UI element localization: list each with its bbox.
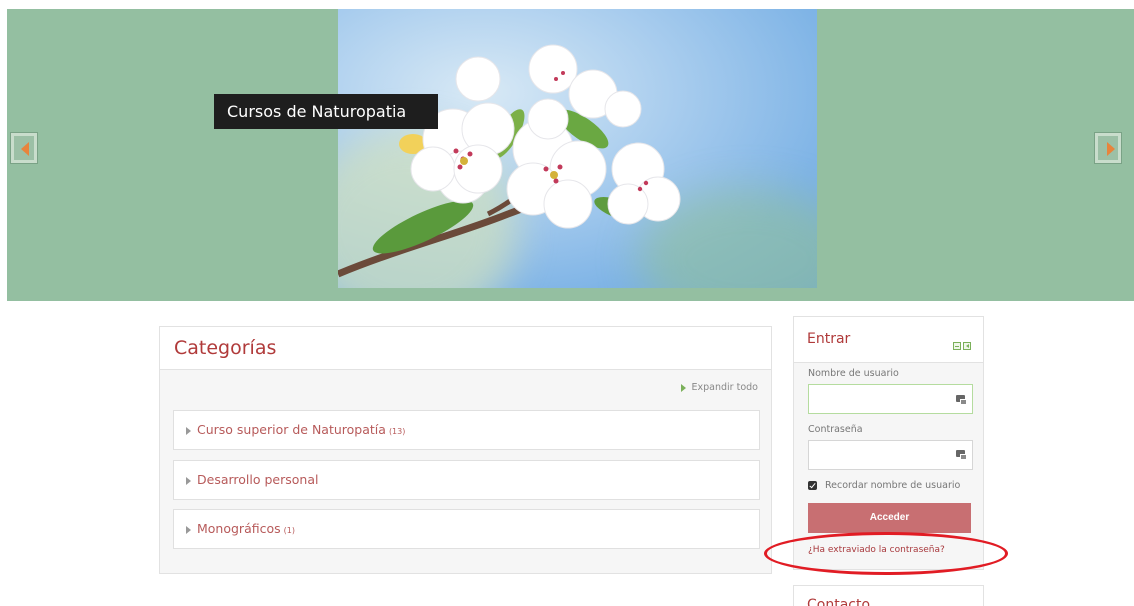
category-item-naturopatia[interactable]: Curso superior de Naturopatía (13) — [173, 410, 760, 450]
chevron-right-icon — [186, 426, 191, 435]
username-input[interactable] — [808, 384, 973, 414]
category-item-monograficos[interactable]: Monográficos (1) — [173, 509, 760, 549]
category-label: Curso superior de Naturopatía — [197, 422, 386, 437]
remember-username: Recordar nombre de usuario — [808, 480, 960, 491]
category-label: Monográficos — [197, 521, 281, 536]
categories-block: Categorías Expandir todo Curso superior … — [159, 326, 772, 574]
hero-slider: Cursos de Naturopatia — [7, 9, 1134, 301]
password-input[interactable] — [808, 440, 973, 470]
chevron-right-icon — [186, 525, 191, 534]
slide-caption: Cursos de Naturopatia — [214, 94, 438, 129]
minimize-icon[interactable] — [953, 342, 961, 350]
slider-prev-button[interactable] — [10, 132, 38, 164]
page: Cursos de Naturopatia Categorías Expandi… — [0, 0, 1134, 606]
remember-label: Recordar nombre de usuario — [825, 480, 961, 491]
login-header: Entrar — [794, 317, 983, 363]
category-count: (13) — [388, 427, 406, 436]
slide-image-blossoms — [338, 9, 817, 288]
expand-all-label: Expandir todo — [691, 382, 758, 393]
login-button[interactable]: Acceder — [808, 503, 971, 533]
login-block: Entrar Nombre de usuario Contraseña Reco… — [793, 316, 984, 570]
remember-checkbox[interactable] — [808, 481, 817, 490]
expand-arrow-icon — [680, 383, 686, 392]
chevron-right-icon — [186, 476, 191, 485]
dock-icon[interactable] — [963, 342, 971, 350]
key-icon — [956, 450, 967, 460]
category-item-desarrollo[interactable]: Desarrollo personal — [173, 460, 760, 500]
forgot-password-link[interactable]: ¿Ha extraviado la contraseña? — [808, 545, 945, 555]
arrow-right-icon — [1107, 142, 1115, 156]
password-label: Contraseña — [808, 424, 863, 435]
username-label: Nombre de usuario — [808, 368, 899, 379]
contact-block: Contacto — [793, 585, 984, 606]
arrow-left-icon — [21, 142, 29, 156]
block-controls — [951, 601, 971, 606]
category-label: Desarrollo personal — [197, 472, 319, 487]
categories-header: Categorías — [160, 327, 771, 370]
block-controls — [951, 335, 971, 354]
expand-all-link[interactable]: Expandir todo — [680, 382, 758, 393]
key-icon — [956, 395, 967, 405]
categories-title: Categorías — [174, 337, 277, 359]
category-count: (1) — [283, 526, 295, 535]
slider-next-button[interactable] — [1094, 132, 1122, 164]
